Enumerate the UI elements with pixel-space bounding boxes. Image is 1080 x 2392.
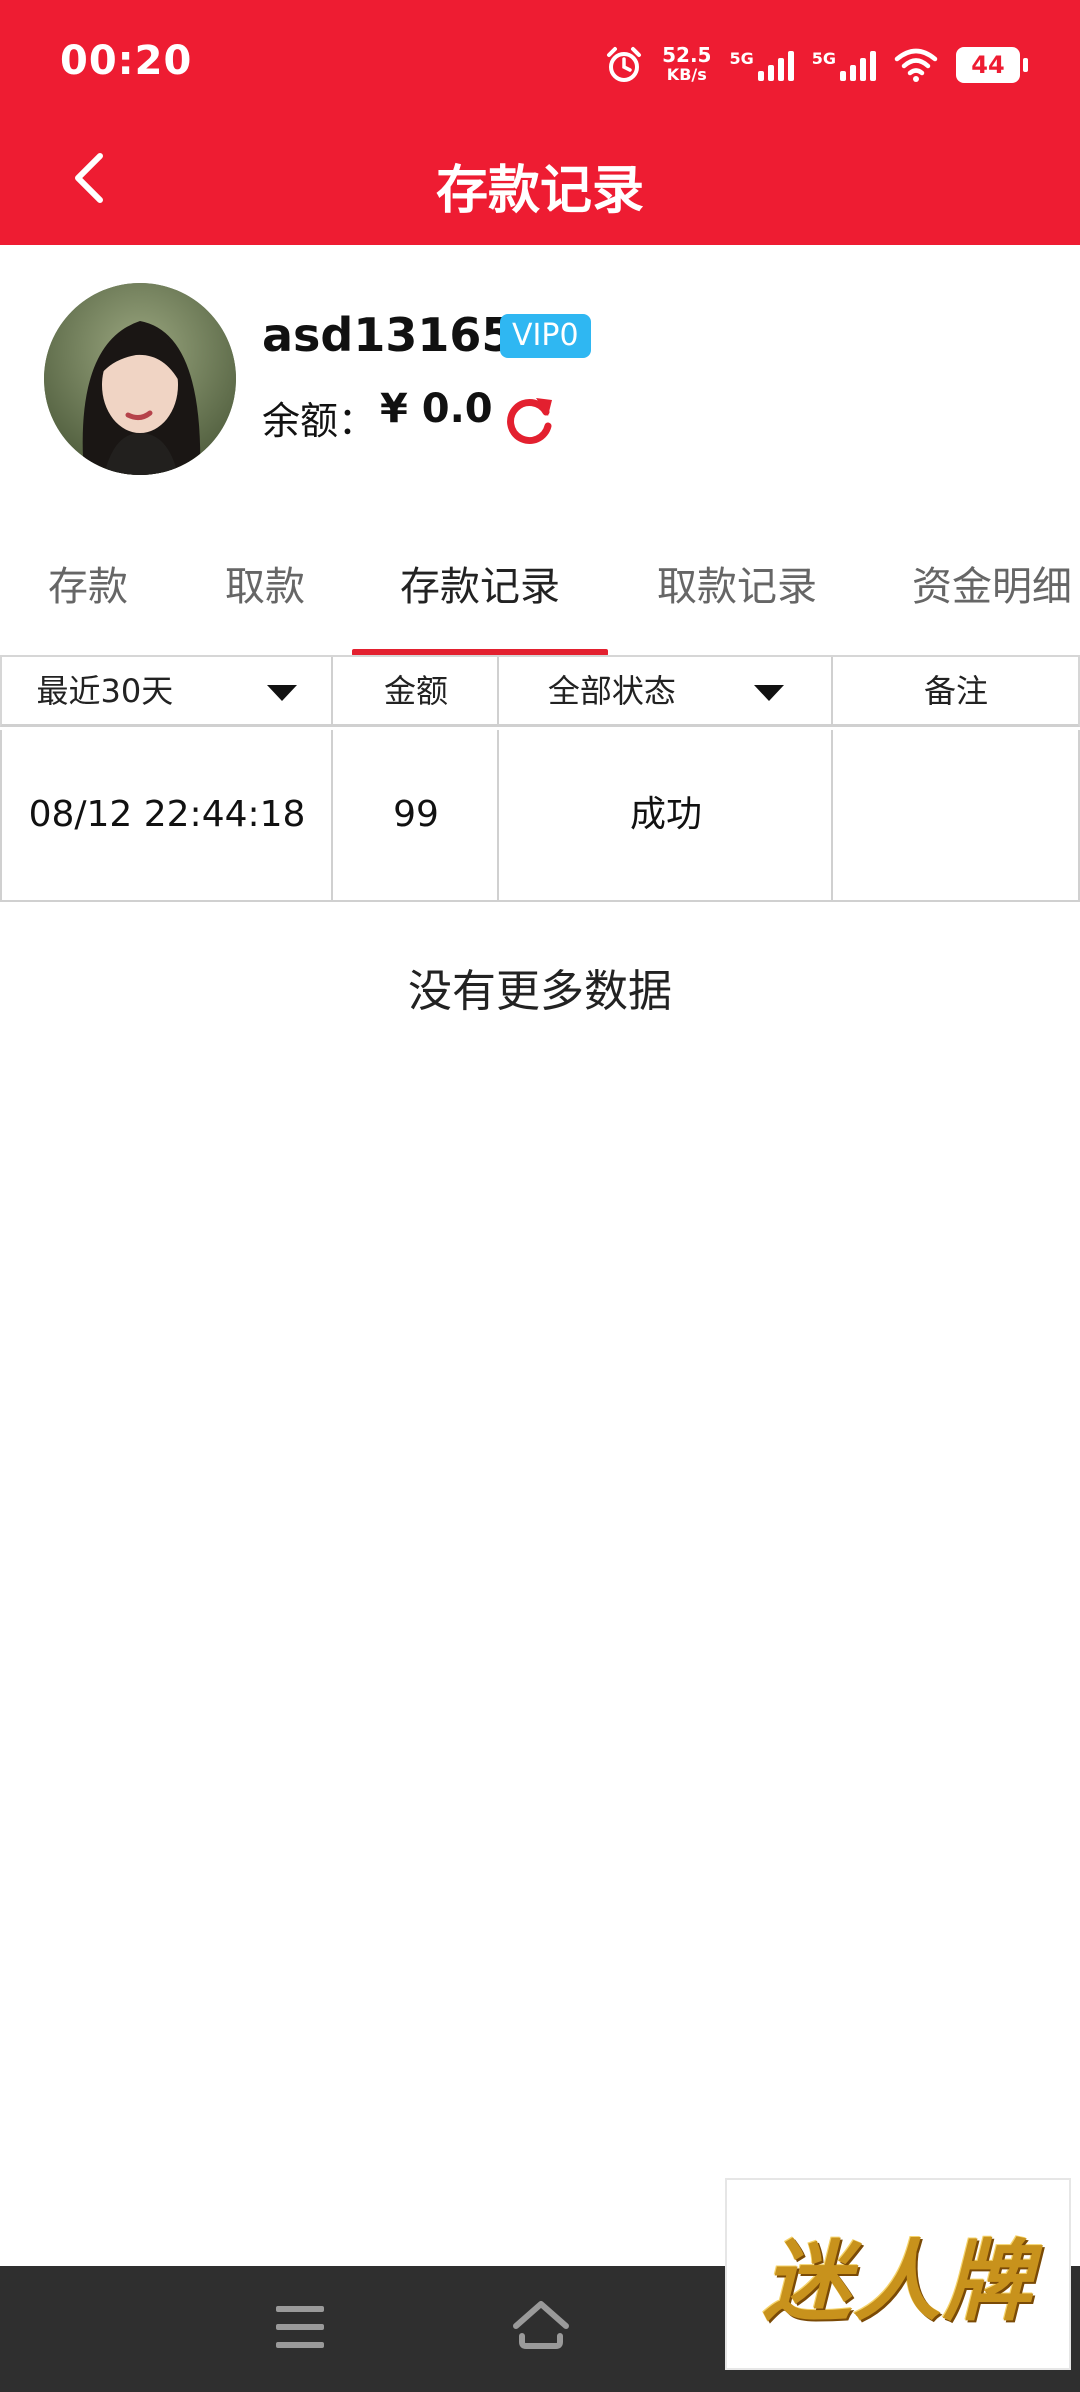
balance-value: ¥ 0.0 <box>380 386 493 432</box>
caret-down-icon <box>754 685 785 701</box>
tab-withdraw[interactable]: 取款 <box>225 554 305 612</box>
record-status: 成功 <box>629 794 702 835</box>
status-filter-label: 全部状态 <box>547 672 676 710</box>
note-header: 备注 <box>923 672 988 710</box>
signal-5g-1: 5G <box>729 49 794 81</box>
tab-deposit[interactable]: 存款 <box>48 554 128 612</box>
signal-icon <box>840 49 876 81</box>
record-amount: 99 <box>393 794 439 835</box>
avatar-image <box>44 283 236 475</box>
record-time: 08/12 22:44:18 <box>28 794 306 835</box>
column-divider <box>497 657 499 725</box>
amount-header: 金额 <box>383 672 448 710</box>
avatar <box>44 283 236 475</box>
network-speed: 52.5 KB/s <box>662 45 711 85</box>
period-filter-label: 最近30天 <box>36 672 174 710</box>
alarm-icon <box>607 47 642 82</box>
column-divider <box>497 730 499 900</box>
status-filter[interactable]: 全部状态 <box>500 657 832 725</box>
net-type-label: 5G <box>811 49 836 68</box>
ad-logo-text: 迷人牌 <box>762 2228 1033 2333</box>
period-filter[interactable]: 最近30天 <box>2 657 332 725</box>
status-time: 00:20 <box>60 38 193 84</box>
tab-bar: 存款 取款 存款记录 取款记录 资金明细 <box>0 530 1080 656</box>
column-divider <box>831 657 833 725</box>
tab-withdraw-records[interactable]: 取款记录 <box>657 554 817 612</box>
speed-value: 52.5 <box>662 43 712 67</box>
table-row: 08/12 22:44:18 99 成功 <box>0 730 1080 902</box>
page-title: 存款记录 <box>435 161 644 221</box>
net-type-label: 5G <box>729 49 754 68</box>
status-icons: 52.5 KB/s 5G 5G 44 <box>604 40 1028 90</box>
table-header: 最近30天 金额 全部状态 备注 <box>0 655 1080 727</box>
battery-icon: 44 <box>956 47 1028 83</box>
no-more-data-text: 没有更多数据 <box>408 966 672 1017</box>
menu-icon[interactable] <box>276 2306 324 2350</box>
caret-down-icon <box>267 685 298 701</box>
column-divider <box>331 730 333 900</box>
tab-deposit-records[interactable]: 存款记录 <box>400 554 560 612</box>
column-divider <box>331 657 333 725</box>
balance-label: 余额： <box>262 399 377 443</box>
record-note <box>834 730 1078 900</box>
app-header: 00:20 52.5 KB/s 5G 5G 44 存款记录 <box>0 0 1080 245</box>
signal-icon <box>757 49 794 81</box>
speed-unit: KB/s <box>666 65 707 84</box>
refresh-icon[interactable] <box>502 392 558 448</box>
home-icon[interactable] <box>510 2296 572 2356</box>
signal-5g-2: 5G <box>812 49 876 81</box>
vip-badge: VIP0 <box>500 314 591 358</box>
column-divider <box>831 730 833 900</box>
ad-banner[interactable]: 迷人牌 <box>725 2178 1071 2370</box>
wifi-icon <box>894 48 938 82</box>
tab-fund-details[interactable]: 资金明细 <box>912 554 1072 612</box>
